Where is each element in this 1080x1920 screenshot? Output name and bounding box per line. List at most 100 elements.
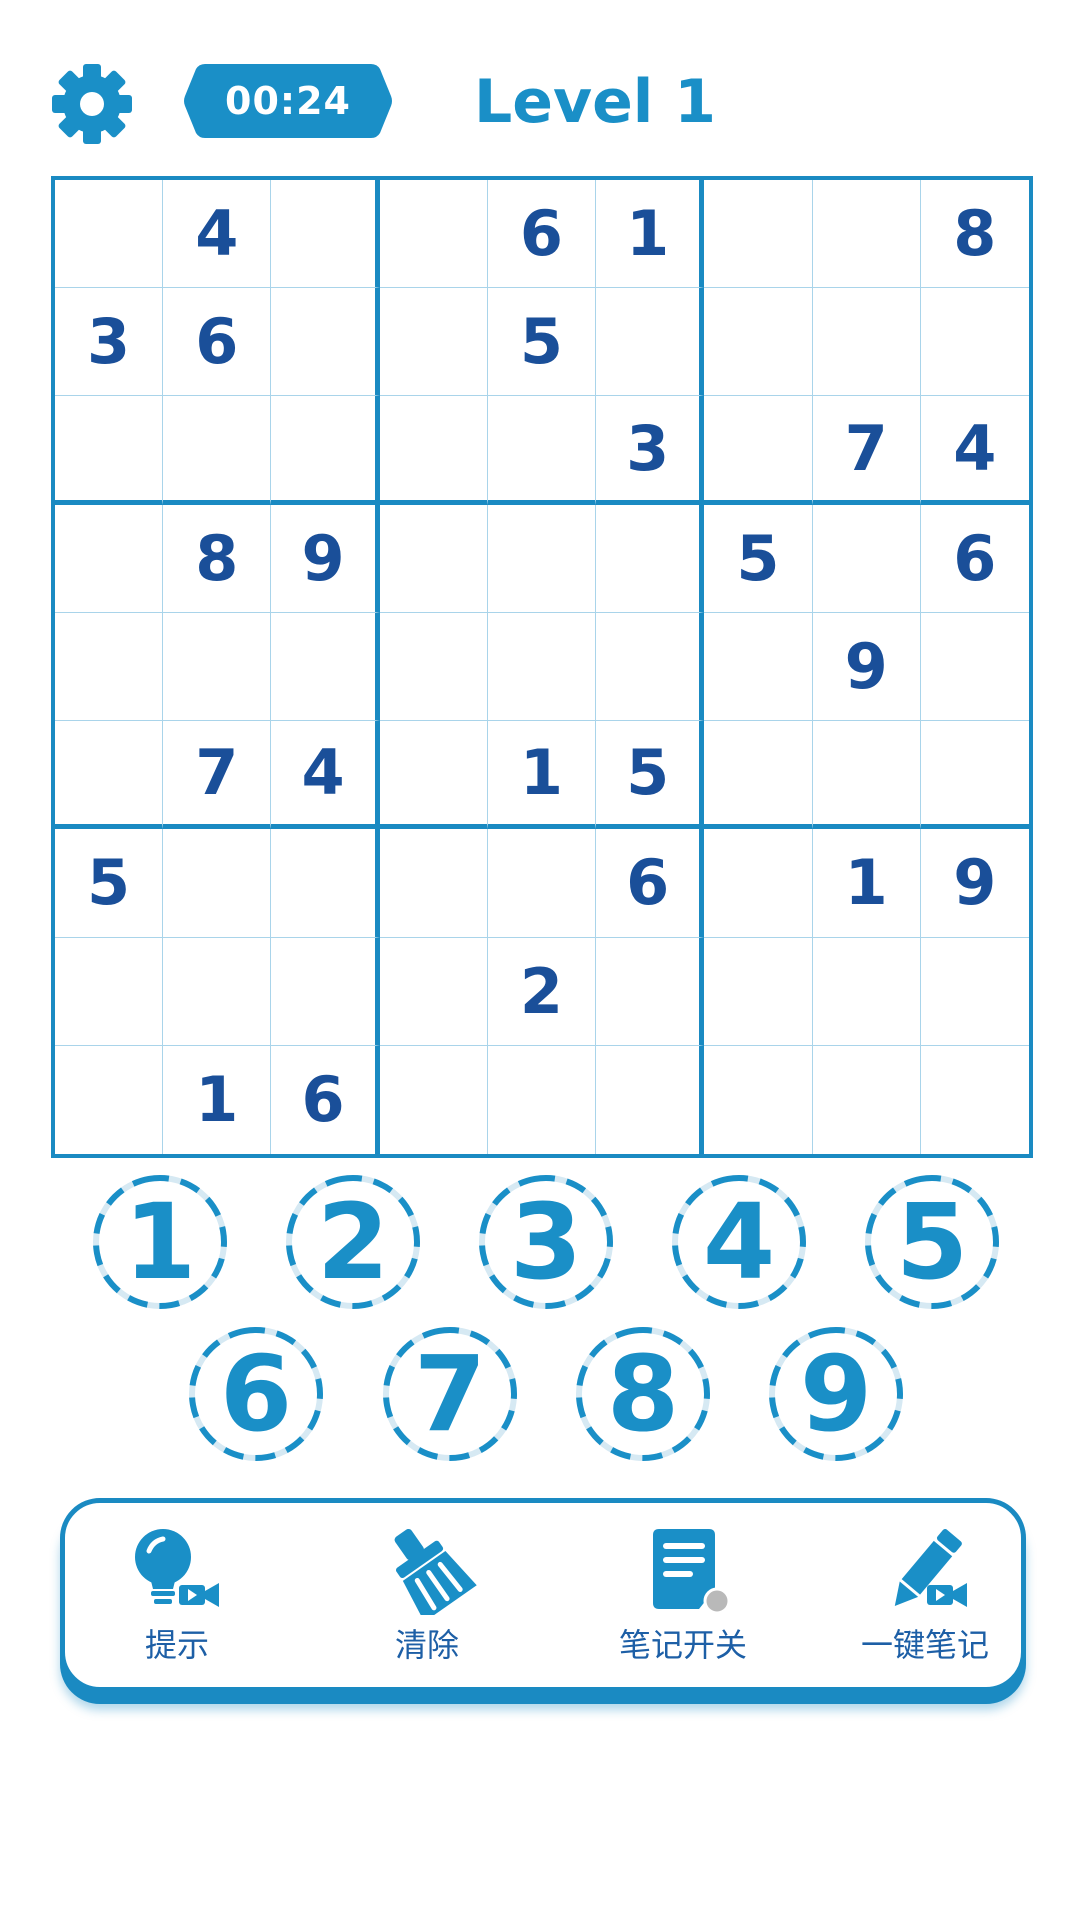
- board-cell-r4c9[interactable]: 6: [920, 505, 1029, 613]
- board-cell-r1c6[interactable]: 1: [596, 180, 705, 289]
- board-cell-r3c9[interactable]: 4: [920, 396, 1029, 505]
- board-cell-r7c5[interactable]: [487, 829, 597, 938]
- board-cell-r5c6[interactable]: [596, 612, 705, 722]
- board-cell-r6c6[interactable]: 5: [596, 721, 705, 830]
- board-cell-r6c3[interactable]: 4: [271, 721, 380, 830]
- board-cell-r9c3[interactable]: 6: [271, 1045, 380, 1154]
- board-cell-r2c3[interactable]: [271, 288, 380, 397]
- board-cell-r1c2[interactable]: 4: [163, 180, 272, 289]
- number-button-8[interactable]: 8: [573, 1324, 713, 1464]
- board-cell-r9c1[interactable]: [55, 1045, 164, 1154]
- board-cell-r4c3[interactable]: 9: [271, 504, 380, 613]
- board-cell-r2c9[interactable]: [920, 288, 1029, 397]
- board-cell-r8c2[interactable]: [163, 937, 272, 1046]
- number-button-3[interactable]: 3: [476, 1172, 616, 1312]
- board-cell-r4c8[interactable]: [812, 504, 921, 613]
- board-cell-r7c9[interactable]: 9: [920, 829, 1029, 938]
- board-cell-r8c3[interactable]: [271, 937, 380, 1046]
- board-cell-r9c6[interactable]: [596, 1045, 705, 1154]
- board-cell-r9c9[interactable]: [921, 1046, 1029, 1154]
- board-cell-r2c1[interactable]: 3: [55, 288, 164, 397]
- board-cell-r4c2[interactable]: 8: [163, 504, 272, 613]
- board-cell-r7c1[interactable]: 5: [55, 829, 164, 938]
- board-cell-r2c6[interactable]: [596, 288, 705, 397]
- board-cell-r5c2[interactable]: [163, 612, 272, 722]
- board-cell-r8c7[interactable]: [704, 937, 813, 1046]
- board-cell-r1c5[interactable]: 6: [487, 180, 597, 289]
- board-cell-r5c8[interactable]: 9: [812, 612, 921, 722]
- board-cell-r5c5[interactable]: [487, 612, 597, 722]
- board-cell-r5c9[interactable]: [920, 613, 1029, 722]
- board-cell-r3c3[interactable]: [271, 396, 380, 505]
- board-cell-r2c7[interactable]: [704, 288, 813, 397]
- notebook-icon: [633, 1525, 733, 1615]
- board-cell-r8c5[interactable]: 2: [487, 937, 597, 1046]
- board-cell-r8c1[interactable]: [55, 937, 164, 1046]
- board-cell-r5c4[interactable]: [379, 612, 488, 722]
- board-cell-r9c2[interactable]: 1: [163, 1045, 272, 1154]
- board-cell-r6c7[interactable]: [704, 721, 813, 830]
- board-cell-r1c7[interactable]: [704, 180, 813, 289]
- number-button-9[interactable]: 9: [766, 1324, 906, 1464]
- board-cell-r6c5[interactable]: 1: [487, 721, 597, 830]
- board-cell-r6c9[interactable]: [920, 721, 1029, 830]
- board-cell-r1c3[interactable]: [271, 180, 380, 289]
- board-cell-r4c6[interactable]: [596, 504, 705, 613]
- board-cell-r1c1[interactable]: [55, 180, 164, 289]
- settings-gear-icon[interactable]: [50, 62, 134, 146]
- board-cell-r6c8[interactable]: [812, 721, 921, 830]
- number-button-2[interactable]: 2: [283, 1172, 423, 1312]
- board-cell-r4c1[interactable]: [55, 504, 164, 613]
- number-button-6[interactable]: 6: [186, 1324, 326, 1464]
- board-cell-r2c5[interactable]: 5: [487, 288, 597, 397]
- board-cell-r2c2[interactable]: 6: [163, 288, 272, 397]
- board-cell-r5c1[interactable]: [55, 612, 164, 722]
- hint-label: 提示: [144, 1626, 209, 1664]
- board-cell-r6c4[interactable]: [379, 721, 488, 830]
- board-cell-r1c8[interactable]: [812, 180, 921, 289]
- hint-button[interactable]: 提示: [77, 1503, 277, 1687]
- board-cell-r4c4[interactable]: [379, 504, 488, 613]
- board-cell-r3c6[interactable]: 3: [596, 396, 705, 505]
- notes-toggle-indicator: [703, 1587, 731, 1615]
- board-cell-r3c5[interactable]: [487, 396, 597, 505]
- board-cell-r5c7[interactable]: [704, 612, 813, 722]
- board-cell-r4c5[interactable]: [487, 504, 597, 613]
- board-cell-r8c4[interactable]: [379, 937, 488, 1046]
- board-cell-r7c8[interactable]: 1: [812, 829, 921, 938]
- board-cell-r2c4[interactable]: [379, 288, 488, 397]
- notes-toggle-button[interactable]: 笔记开关: [583, 1503, 783, 1687]
- board-cell-r4c7[interactable]: 5: [704, 504, 813, 613]
- board-cell-r3c7[interactable]: [704, 396, 813, 505]
- auto-notes-button[interactable]: 一键笔记: [825, 1503, 1025, 1687]
- number-button-1[interactable]: 1: [90, 1172, 230, 1312]
- clear-button[interactable]: 清除: [327, 1503, 527, 1687]
- board-cell-r1c4[interactable]: [379, 180, 488, 289]
- board-cell-r7c6[interactable]: 6: [596, 829, 705, 938]
- board-cell-r7c3[interactable]: [271, 829, 380, 938]
- board-cell-r7c4[interactable]: [379, 829, 488, 938]
- board-cell-r8c6[interactable]: [596, 937, 705, 1046]
- timer-text: 00:24: [225, 79, 351, 123]
- board-cell-r8c9[interactable]: [920, 938, 1029, 1046]
- board-cell-r2c8[interactable]: [812, 288, 921, 397]
- board-cell-r3c2[interactable]: [163, 396, 272, 505]
- board-cell-r7c2[interactable]: [163, 829, 272, 938]
- timer-badge: 00:24: [183, 62, 393, 140]
- board-cell-r9c5[interactable]: [488, 1045, 597, 1154]
- board-cell-r3c8[interactable]: 7: [812, 396, 921, 505]
- board-cell-r6c2[interactable]: 7: [163, 721, 272, 830]
- number-button-7[interactable]: 7: [380, 1324, 520, 1464]
- board-cell-r9c7[interactable]: [704, 1045, 813, 1154]
- board-cell-r5c3[interactable]: [271, 612, 380, 722]
- number-button-5[interactable]: 5: [862, 1172, 1002, 1312]
- board-cell-r6c1[interactable]: [55, 721, 164, 830]
- board-cell-r9c8[interactable]: [813, 1045, 921, 1154]
- board-cell-r8c8[interactable]: [812, 937, 921, 1046]
- board-cell-r9c4[interactable]: [380, 1045, 488, 1154]
- board-cell-r1c9[interactable]: 8: [920, 180, 1029, 289]
- board-cell-r7c7[interactable]: [704, 829, 813, 938]
- board-cell-r3c4[interactable]: [379, 396, 488, 505]
- board-cell-r3c1[interactable]: [55, 396, 164, 505]
- number-button-4[interactable]: 4: [669, 1172, 809, 1312]
